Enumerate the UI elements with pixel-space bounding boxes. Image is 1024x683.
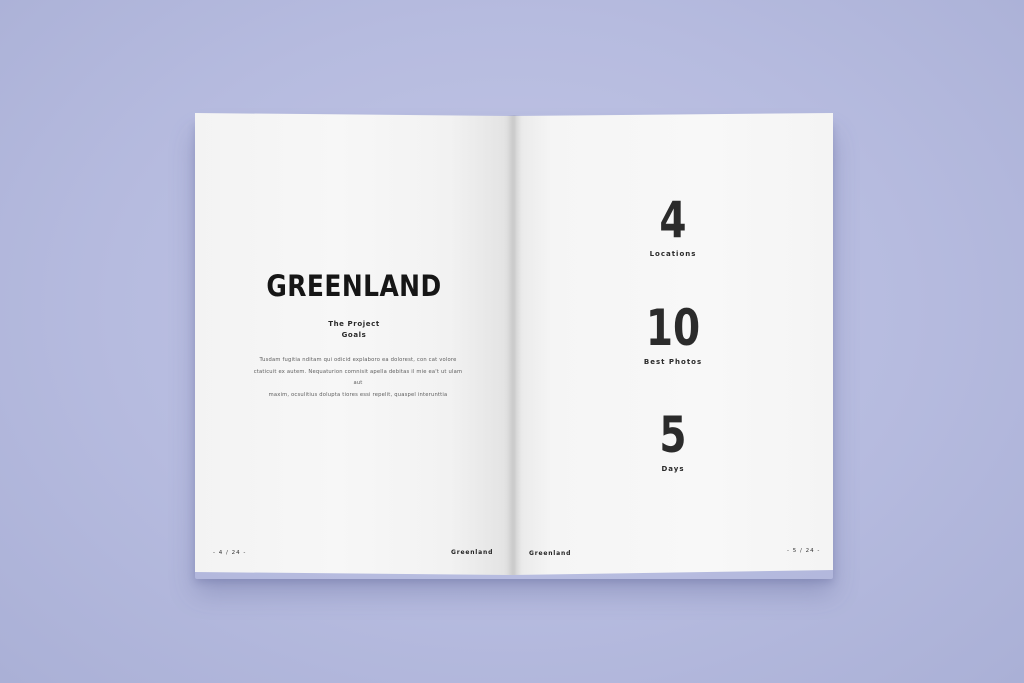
body-paragraph: Tusdam fugitia nditam qui odicid explabo…: [253, 355, 463, 401]
subtitle-line-2: Goals: [341, 331, 367, 339]
magazine-spread: GREENLAND The Project Goals Tusdam fugit…: [195, 113, 833, 575]
stat-label: Days: [661, 465, 685, 473]
stat-value: 4: [659, 191, 687, 249]
running-head-right: Greenland: [529, 550, 572, 557]
stat-label: Locations: [649, 250, 697, 258]
page-title: GREENLAND: [266, 269, 442, 303]
stat-locations: 4 Locations: [513, 195, 833, 258]
stat-label: Best Photos: [643, 358, 703, 366]
running-head-left: Greenland: [451, 549, 494, 556]
stat-value: 10: [645, 299, 701, 357]
left-page: GREENLAND The Project Goals Tusdam fugit…: [195, 113, 513, 575]
stat-best-photos: 10 Best Photos: [513, 303, 833, 366]
body-line: maxim, ocsulitius dolupta tiores essi re…: [268, 391, 448, 398]
stat-days: 5 Days: [513, 410, 833, 473]
body-line: Tusdam fugitia nditam qui odicid explabo…: [259, 357, 457, 363]
subtitle-line-1: The Project: [328, 320, 380, 328]
stat-value: 5: [659, 406, 687, 464]
page-number-left: - 4 / 24 -: [213, 550, 247, 556]
page-number-right: - 5 / 24 -: [787, 548, 821, 554]
body-line: ctaticuit ex autem. Nequaturion comnisit…: [253, 368, 463, 387]
right-page: 4 Locations 10 Best Photos 5 Days Greenl…: [513, 113, 833, 575]
